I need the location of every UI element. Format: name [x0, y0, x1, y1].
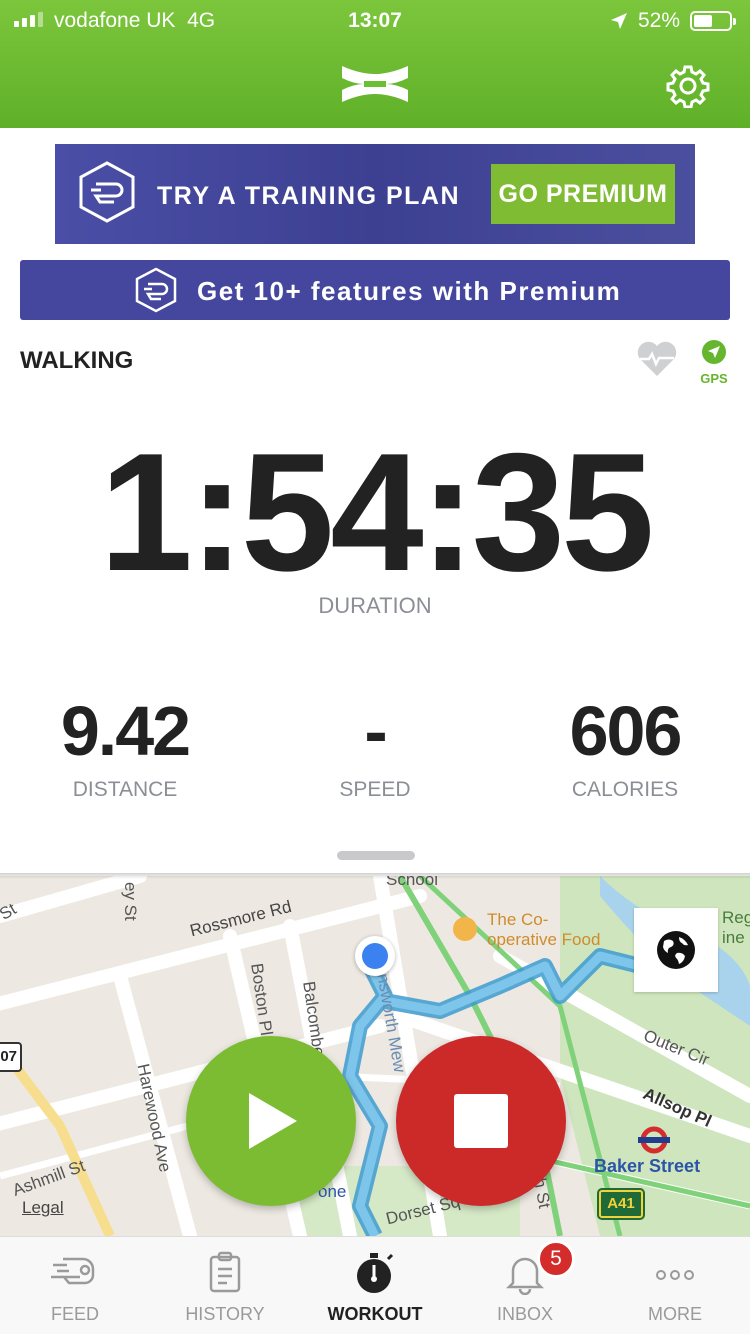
map-label-ey-st: ey St [121, 882, 140, 921]
clipboard-icon [150, 1251, 300, 1293]
premium-features-banner[interactable]: Get 10+ features with Premium [20, 260, 730, 320]
location-arrow-icon [609, 11, 629, 37]
map-legal-link[interactable]: Legal [22, 1198, 64, 1218]
globe-icon [657, 931, 695, 969]
gps-indicator: GPS [698, 339, 730, 386]
gear-icon[interactable] [666, 64, 710, 113]
duration-label: DURATION [318, 593, 432, 618]
training-plan-banner[interactable]: TRY A TRAINING PLAN GO PREMIUM [55, 144, 695, 244]
distance-stat: 9.42 DISTANCE [0, 696, 250, 802]
tab-feed-label: FEED [50, 1304, 99, 1324]
map-label-reg: Reg [722, 908, 750, 927]
play-icon [249, 1093, 297, 1149]
premium-badge-icon [77, 160, 137, 229]
app-header: vodafone UK 4G 13:07 52% [0, 0, 750, 128]
tab-inbox-label: INBOX [496, 1304, 553, 1324]
stop-button[interactable] [396, 1036, 566, 1206]
tab-inbox[interactable]: INBOX [450, 1237, 600, 1334]
calories-value: 606 [569, 692, 683, 770]
resume-button[interactable] [186, 1036, 356, 1206]
speed-value: - [364, 692, 387, 770]
panel-shadow [0, 873, 750, 879]
go-premium-button[interactable]: GO PREMIUM [491, 164, 675, 224]
tab-more[interactable]: MORE [600, 1237, 750, 1334]
tab-workout[interactable]: WORKOUT [300, 1237, 450, 1334]
duration-value: 1:54:35 [99, 418, 654, 606]
activity-type[interactable]: WALKING [20, 347, 133, 375]
tab-history-label: HISTORY [185, 1304, 265, 1324]
premium-badge-icon [134, 267, 178, 318]
panel-drag-handle[interactable] [337, 851, 415, 860]
calories-stat: 606 CALORIES [500, 696, 750, 802]
map-label-coop-1: The Co- [487, 910, 549, 929]
tab-feed[interactable]: FEED [0, 1237, 150, 1334]
premium-features-text: Get 10+ features with Premium [197, 276, 622, 306]
gps-label: GPS [700, 371, 728, 386]
bottom-tab-bar: FEED HISTORY WORKOUT INBOX MORE [0, 1236, 750, 1334]
speed-stat: - SPEED [250, 696, 500, 802]
gps-arrow-icon [702, 340, 726, 364]
distance-value: 9.42 [60, 692, 191, 770]
training-plan-text: TRY A TRAINING PLAN [157, 182, 461, 210]
inbox-count-badge: 5 [537, 1240, 575, 1278]
route-map[interactable]: School ey St St Rossmore Rd The Co- oper… [0, 876, 750, 1236]
map-label-baker-street: Baker Street [594, 1156, 701, 1176]
battery-percent: 52% [638, 9, 681, 32]
road-shield-b: 07 [0, 1042, 22, 1072]
under-armour-logo [340, 64, 410, 109]
calories-label: CALORIES [571, 778, 679, 801]
stopwatch-icon [300, 1251, 450, 1295]
more-dots-icon [600, 1251, 750, 1291]
battery-icon [690, 11, 736, 31]
bell-icon [450, 1251, 600, 1295]
map-label-coop-2: operative Food [487, 930, 601, 949]
distance-label: DISTANCE [72, 778, 178, 801]
road-shield-a41: A41 [597, 1188, 645, 1220]
map-label-ine: ine [722, 928, 745, 947]
feed-shoe-icon [0, 1251, 150, 1291]
status-bar: vodafone UK 4G 13:07 52% [0, 0, 750, 44]
tab-history[interactable]: HISTORY [150, 1237, 300, 1334]
current-location-dot [355, 936, 395, 976]
speed-label: SPEED [339, 778, 411, 801]
map-type-button[interactable] [634, 908, 718, 992]
stop-icon [454, 1094, 508, 1148]
heart-rate-icon[interactable] [636, 340, 678, 383]
tab-workout-label: WORKOUT [327, 1304, 423, 1324]
tab-more-label: MORE [648, 1304, 702, 1324]
